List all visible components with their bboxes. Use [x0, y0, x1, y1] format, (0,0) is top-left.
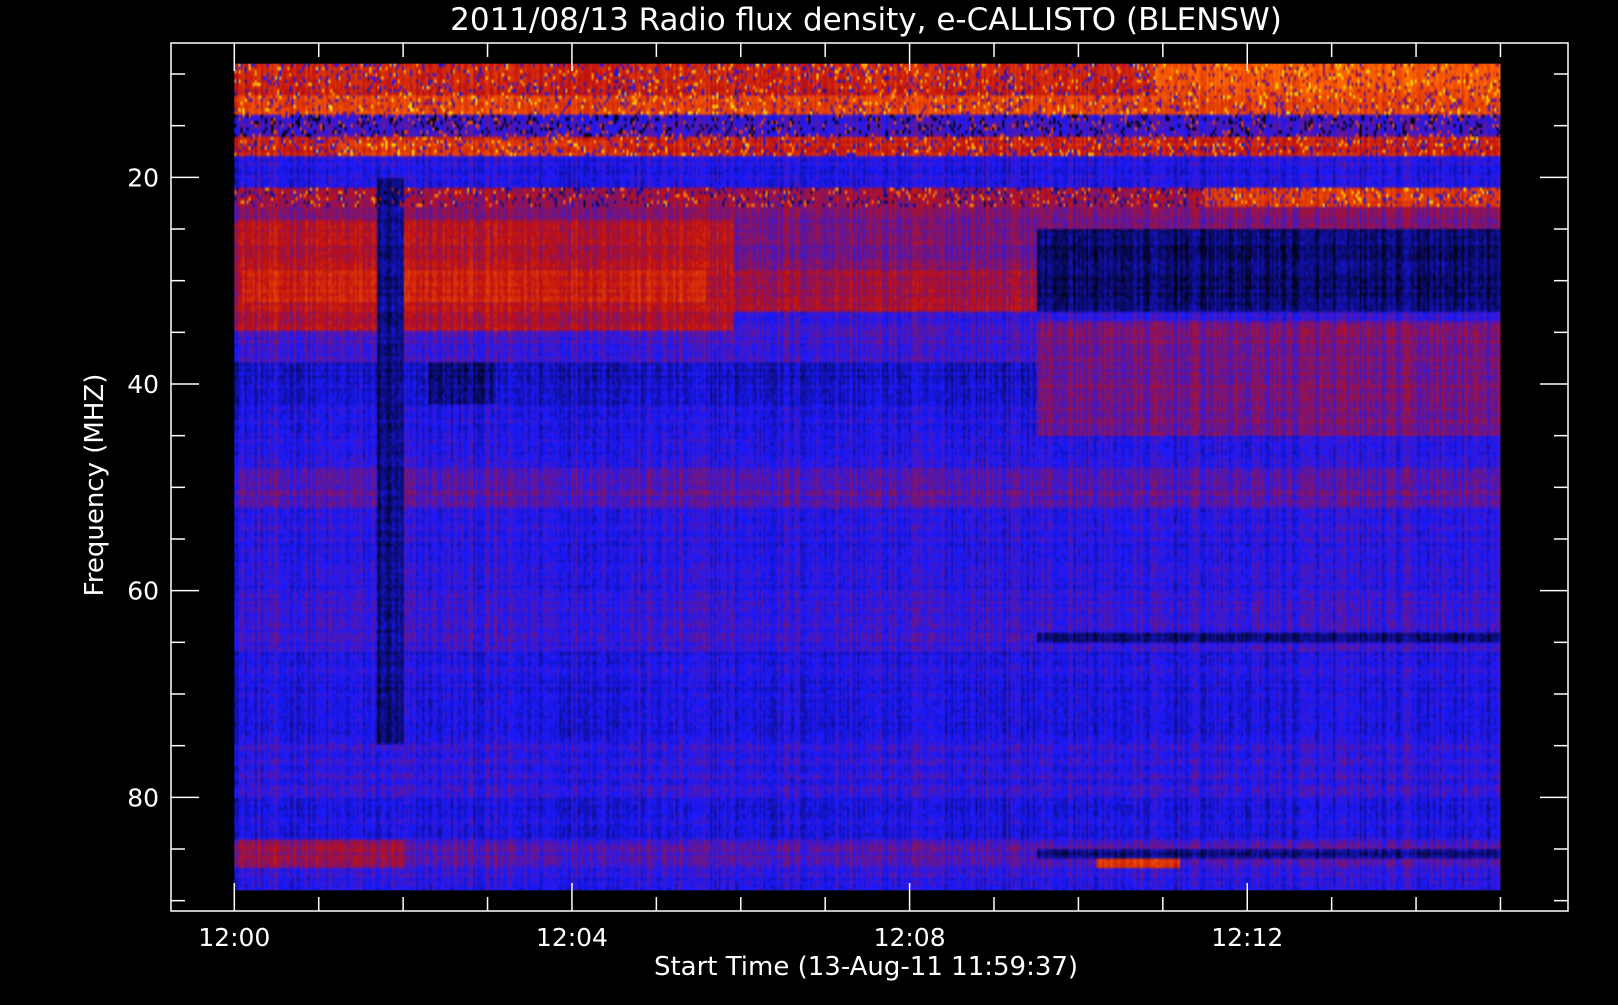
x-axis-label: Start Time (13-Aug-11 11:59:37)	[654, 952, 1078, 982]
spectrogram-heatmap	[234, 63, 1501, 891]
spectrogram-svg: 2011/08/13 Radio flux density, e-CALLIST…	[0, 0, 1618, 1000]
spectrogram-chart: 2011/08/13 Radio flux density, e-CALLIST…	[0, 0, 1618, 1000]
plot-area	[234, 63, 1501, 891]
y-tick-label: 60	[127, 577, 159, 606]
x-tick-label: 12:00	[198, 923, 270, 952]
x-tick-label: 12:04	[536, 923, 608, 952]
y-axis-label: Frequency (MHZ)	[80, 374, 110, 597]
y-tick-label: 80	[127, 783, 159, 812]
y-tick-label: 20	[127, 163, 159, 192]
x-tick-label: 12:08	[874, 923, 946, 952]
x-tick-label: 12:12	[1211, 923, 1283, 952]
chart-title: 2011/08/13 Radio flux density, e-CALLIST…	[450, 2, 1282, 38]
y-tick-label: 40	[127, 370, 159, 399]
